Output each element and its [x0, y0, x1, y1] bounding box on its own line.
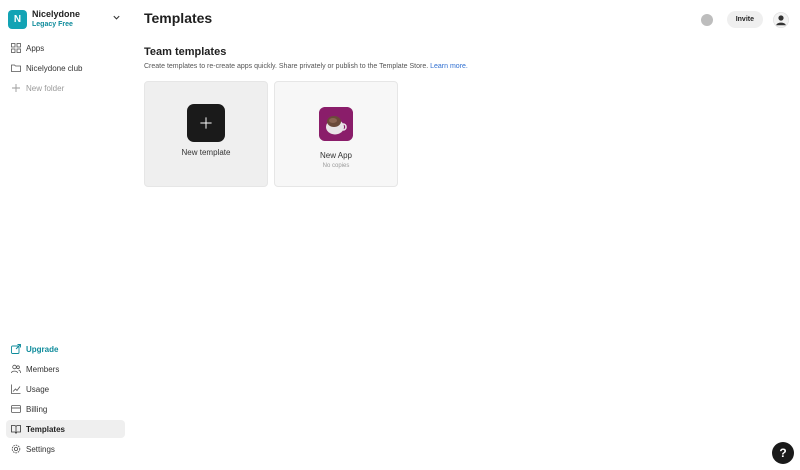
template-card-new-app[interactable]: New App No copies — [274, 81, 398, 187]
section-title: Team templates — [144, 46, 227, 58]
folder-icon — [11, 63, 21, 73]
sidebar-item-label: Usage — [26, 384, 50, 394]
plus-icon — [187, 104, 225, 142]
book-icon — [11, 424, 21, 434]
card-label: New template — [181, 148, 231, 157]
sidebar-item-members[interactable]: Members — [6, 360, 125, 378]
sidebar-item-label: Apps — [26, 43, 45, 53]
learn-more-link[interactable]: Learn more. — [430, 63, 468, 70]
sidebar-item-usage[interactable]: Usage — [6, 380, 125, 398]
sidebar: N Nicelydone Legacy Free Apps Nicelydone… — [0, 0, 132, 470]
page-title: Templates — [144, 10, 213, 26]
card-label: New App — [319, 151, 353, 160]
team-avatar: N — [8, 9, 27, 29]
chart-icon — [11, 384, 21, 394]
team-switcher[interactable]: N Nicelydone Legacy Free — [8, 8, 124, 30]
sidebar-item-settings[interactable]: Settings — [6, 440, 125, 458]
team-plan: Legacy Free — [32, 21, 73, 28]
new-template-card[interactable]: New template — [144, 81, 268, 187]
grid-icon — [11, 43, 21, 53]
sidebar-item-label: Upgrade — [26, 344, 59, 354]
sidebar-item-label: New folder — [26, 83, 65, 93]
sidebar-item-nicelydone-club[interactable]: Nicelydone club — [6, 59, 125, 77]
sidebar-item-label: Nicelydone club — [26, 63, 83, 73]
sidebar-item-templates[interactable]: Templates — [6, 420, 125, 438]
sidebar-item-label: Members — [26, 364, 60, 374]
sidebar-item-apps[interactable]: Apps — [6, 39, 125, 57]
main-content: Templates Invite Team templates Create t… — [144, 0, 800, 470]
sidebar-item-billing[interactable]: Billing — [6, 400, 125, 418]
section-description-text: Create templates to re-create apps quick… — [144, 63, 429, 70]
card-copies-count: No copies — [322, 163, 350, 169]
members-icon — [11, 364, 21, 374]
credit-card-icon — [11, 404, 21, 414]
invite-button[interactable]: Invite — [726, 11, 763, 28]
upgrade-icon — [11, 344, 21, 354]
sidebar-item-label: Settings — [26, 444, 55, 454]
sidebar-item-label: Templates — [26, 424, 65, 434]
sidebar-item-label: Billing — [26, 404, 48, 414]
team-name: Nicelydone — [32, 9, 81, 19]
coffee-cup-icon — [319, 107, 353, 141]
help-button[interactable]: ? — [772, 442, 794, 464]
header-actions: Invite — [700, 11, 789, 28]
sidebar-item-new-folder[interactable]: New folder — [6, 79, 125, 97]
user-avatar-icon[interactable] — [773, 11, 789, 28]
plus-icon — [11, 83, 21, 93]
gear-icon — [11, 444, 21, 454]
sidebar-item-upgrade[interactable]: Upgrade — [6, 340, 125, 358]
status-indicator[interactable] — [700, 13, 713, 26]
chevron-down-icon[interactable] — [112, 13, 121, 22]
section-description: Create templates to re-create apps quick… — [144, 63, 468, 70]
